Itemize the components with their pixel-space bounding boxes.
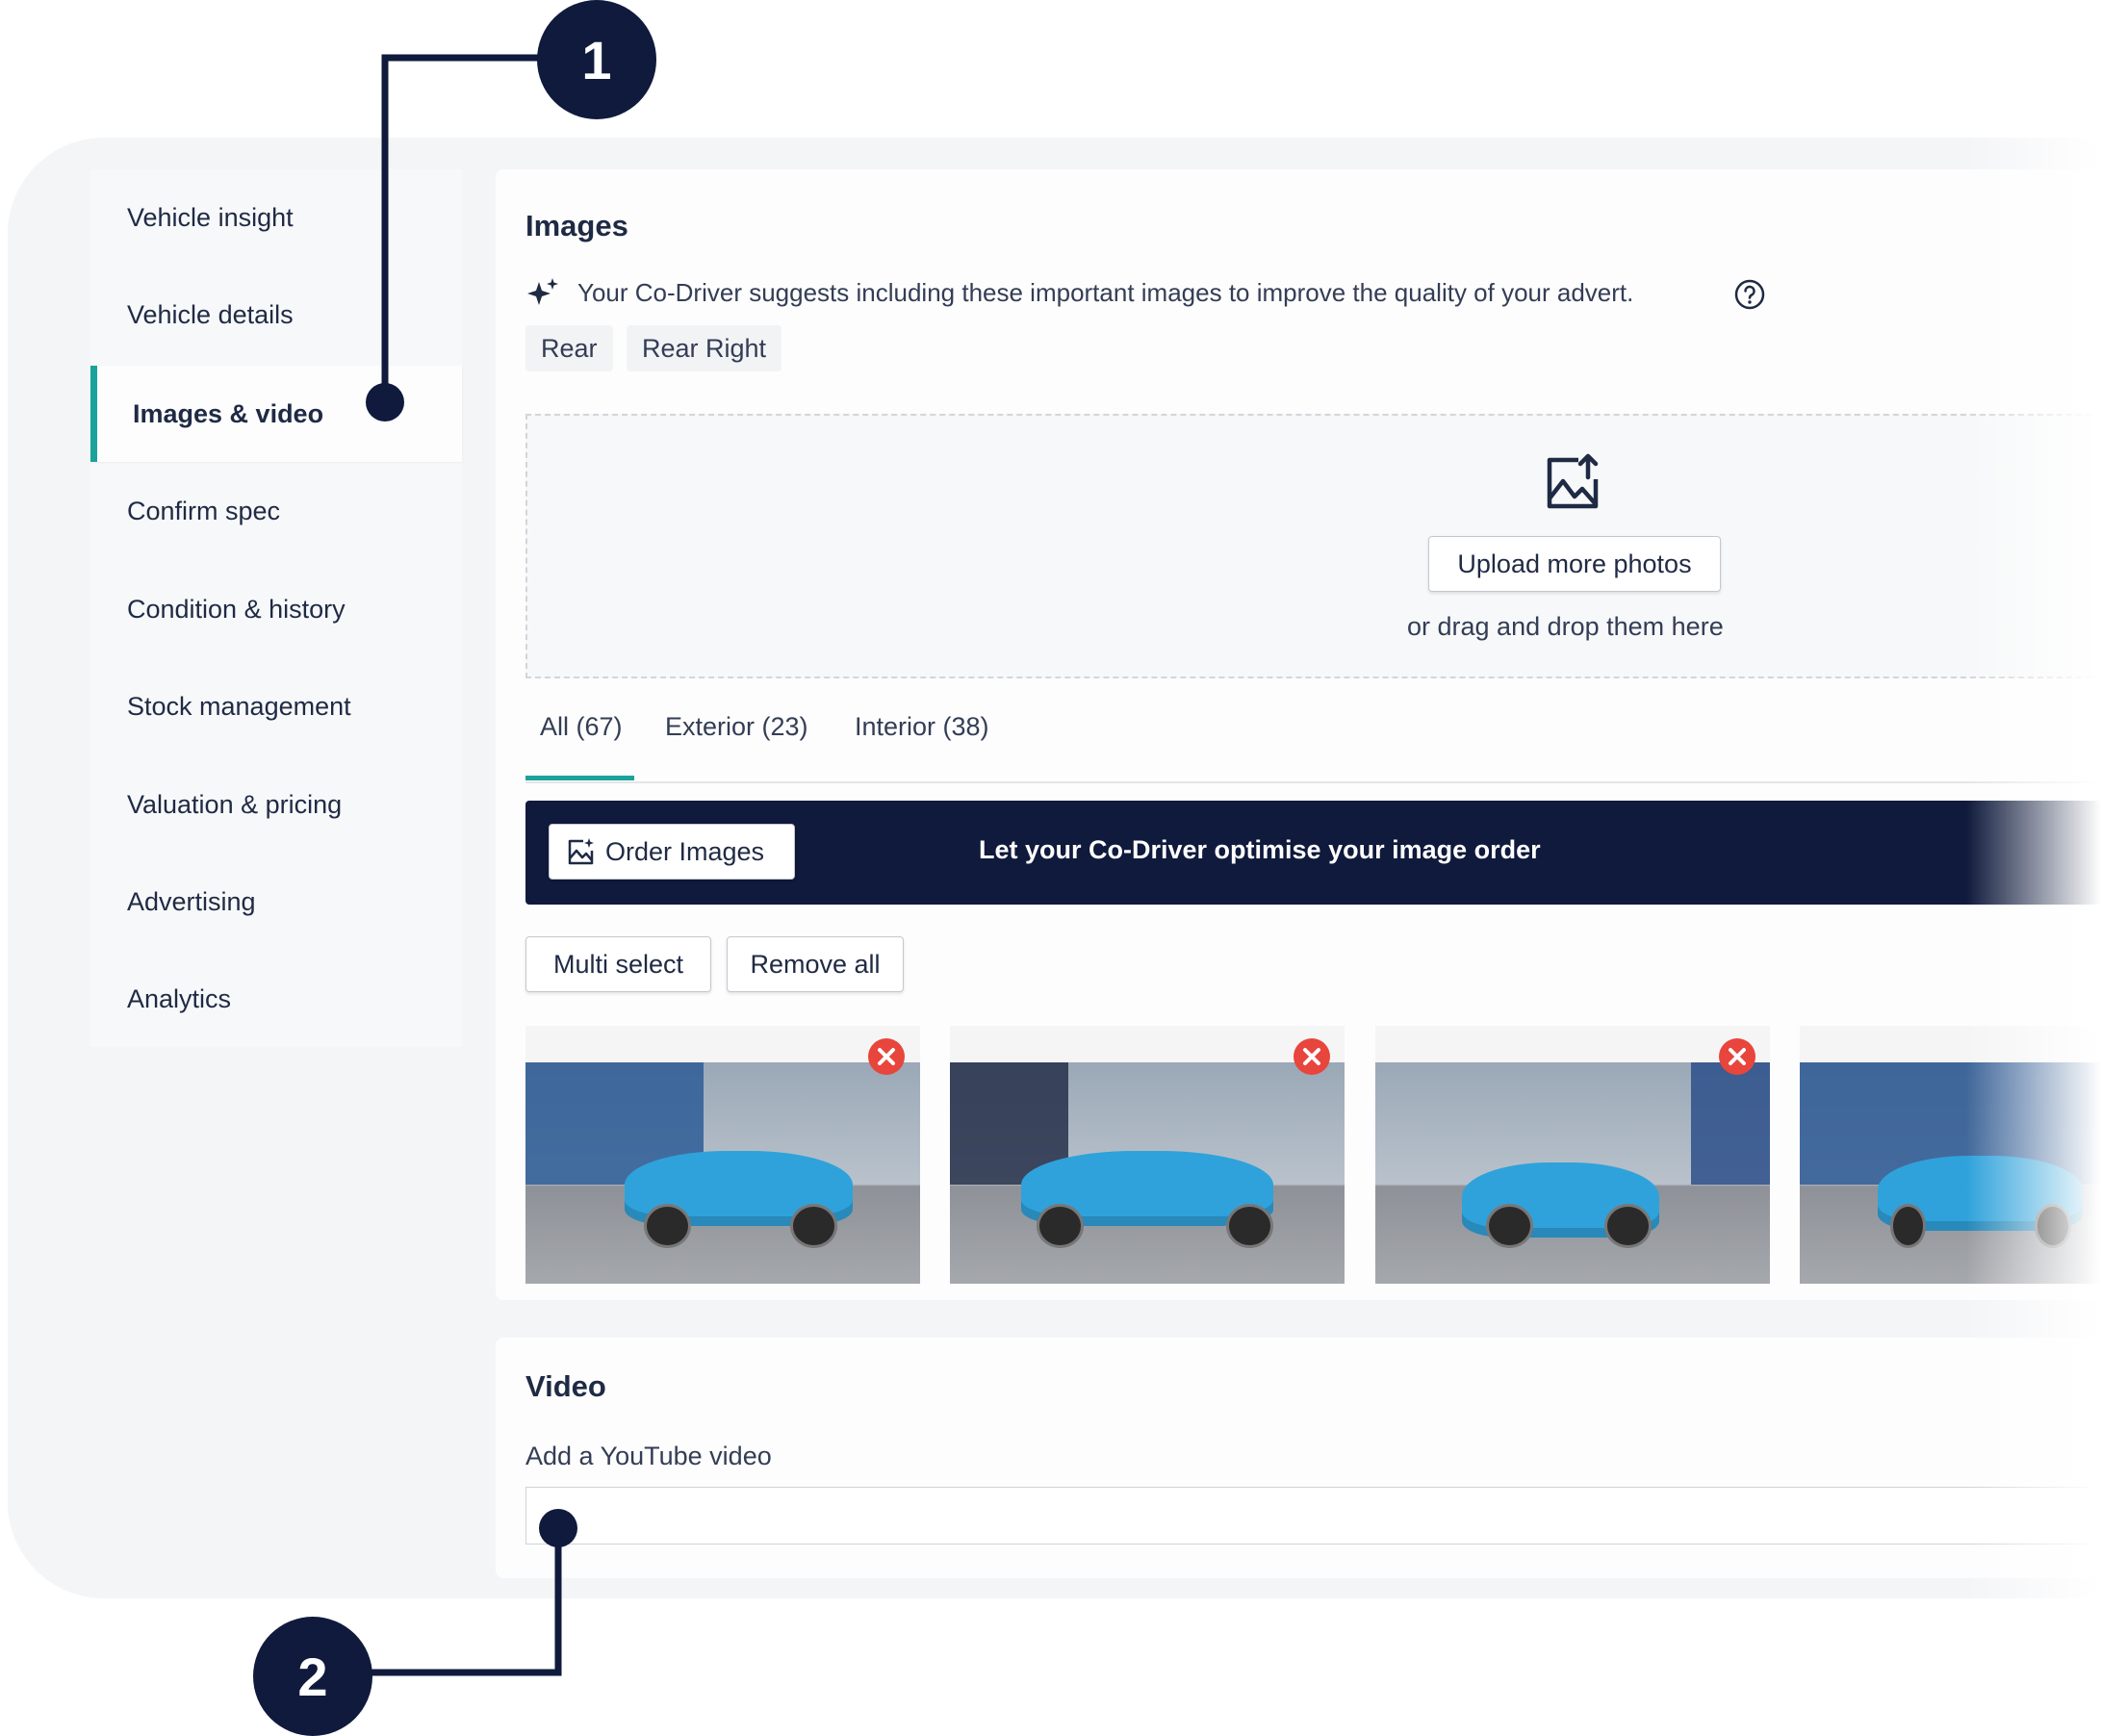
sparkle-icon: [527, 278, 558, 305]
youtube-url-input[interactable]: [525, 1487, 2091, 1545]
codriver-banner-text: Let your Co-Driver optimise your image o…: [979, 835, 1541, 864]
sidebar-item-advertising[interactable]: Advertising: [90, 854, 462, 950]
image-thumbnail[interactable]: [525, 1026, 920, 1284]
video-section-title: Video: [525, 1369, 606, 1403]
images-section-title: Images: [525, 209, 628, 243]
tabs-divider: [525, 781, 2101, 783]
sidebar-item-label: Images & video: [133, 398, 324, 428]
sidebar-item-stock-management[interactable]: Stock management: [90, 658, 462, 754]
close-circle-icon[interactable]: [867, 1037, 906, 1076]
image-thumbnail[interactable]: [1800, 1026, 2101, 1284]
close-circle-icon[interactable]: [1718, 1037, 1756, 1076]
image-thumbnail[interactable]: [1375, 1026, 1770, 1284]
image-dropzone[interactable]: [525, 414, 2101, 678]
multi-select-button[interactable]: Multi select: [525, 936, 711, 992]
tab-exterior[interactable]: Exterior (23): [665, 712, 808, 742]
car-photo: [1375, 1062, 1770, 1284]
sidebar-item-analytics[interactable]: Analytics: [90, 951, 462, 1047]
sidebar-item-label: Vehicle insight: [127, 202, 294, 232]
image-sparkle-icon: [568, 838, 594, 865]
suggested-image-chip-rear: Rear: [525, 325, 613, 371]
sidebar-item-label: Advertising: [127, 886, 256, 916]
sidebar-item-vehicle-details[interactable]: Vehicle details: [90, 267, 462, 363]
sidebar-item-label: Condition & history: [127, 594, 346, 624]
sidebar-item-label: Confirm spec: [127, 496, 281, 525]
close-circle-icon[interactable]: [1293, 1037, 1331, 1076]
sidebar-item-confirm-spec[interactable]: Confirm spec: [90, 463, 462, 559]
active-tab-indicator: [525, 776, 634, 780]
car-photo: [525, 1062, 920, 1284]
sidebar-item-condition-history[interactable]: Condition & history: [90, 561, 462, 657]
order-images-label: Order Images: [605, 836, 765, 866]
car-photo: [1800, 1062, 2101, 1284]
chip-label: Rear: [541, 333, 598, 363]
suggested-image-chip-rear-right: Rear Right: [627, 325, 782, 371]
order-images-button[interactable]: Order Images: [549, 824, 795, 880]
youtube-video-label: Add a YouTube video: [525, 1442, 772, 1470]
tab-all[interactable]: All (67): [540, 712, 623, 742]
upload-more-photos-button[interactable]: Upload more photos: [1428, 536, 1721, 592]
sidebar-item-label: Analytics: [127, 983, 232, 1013]
sidebar-item-label: Stock management: [127, 691, 351, 721]
sidebar-item-images-video[interactable]: Images & video: [90, 366, 462, 462]
sidebar-nav: Vehicle insight Vehicle details Images &…: [90, 169, 462, 1047]
sidebar-item-label: Valuation & pricing: [127, 789, 343, 819]
sidebar-item-valuation-pricing[interactable]: Valuation & pricing: [90, 756, 462, 853]
codriver-suggestion-text: Your Co-Driver suggests including these …: [577, 278, 1634, 307]
remove-all-button[interactable]: Remove all: [727, 936, 904, 992]
callout-badge-1: 1: [537, 0, 656, 119]
help-circle-icon[interactable]: [1734, 279, 1765, 310]
tab-interior[interactable]: Interior (38): [855, 712, 989, 742]
callout-badge-2: 2: [253, 1617, 372, 1736]
drag-drop-hint: or drag and drop them here: [1407, 612, 1724, 641]
sidebar-item-label: Vehicle details: [127, 299, 294, 329]
chip-label: Rear Right: [642, 333, 767, 363]
image-thumbnail[interactable]: [950, 1026, 1345, 1284]
image-upload-icon: [1547, 453, 1599, 509]
car-photo: [950, 1062, 1345, 1284]
sidebar-item-vehicle-insight[interactable]: Vehicle insight: [90, 169, 462, 266]
